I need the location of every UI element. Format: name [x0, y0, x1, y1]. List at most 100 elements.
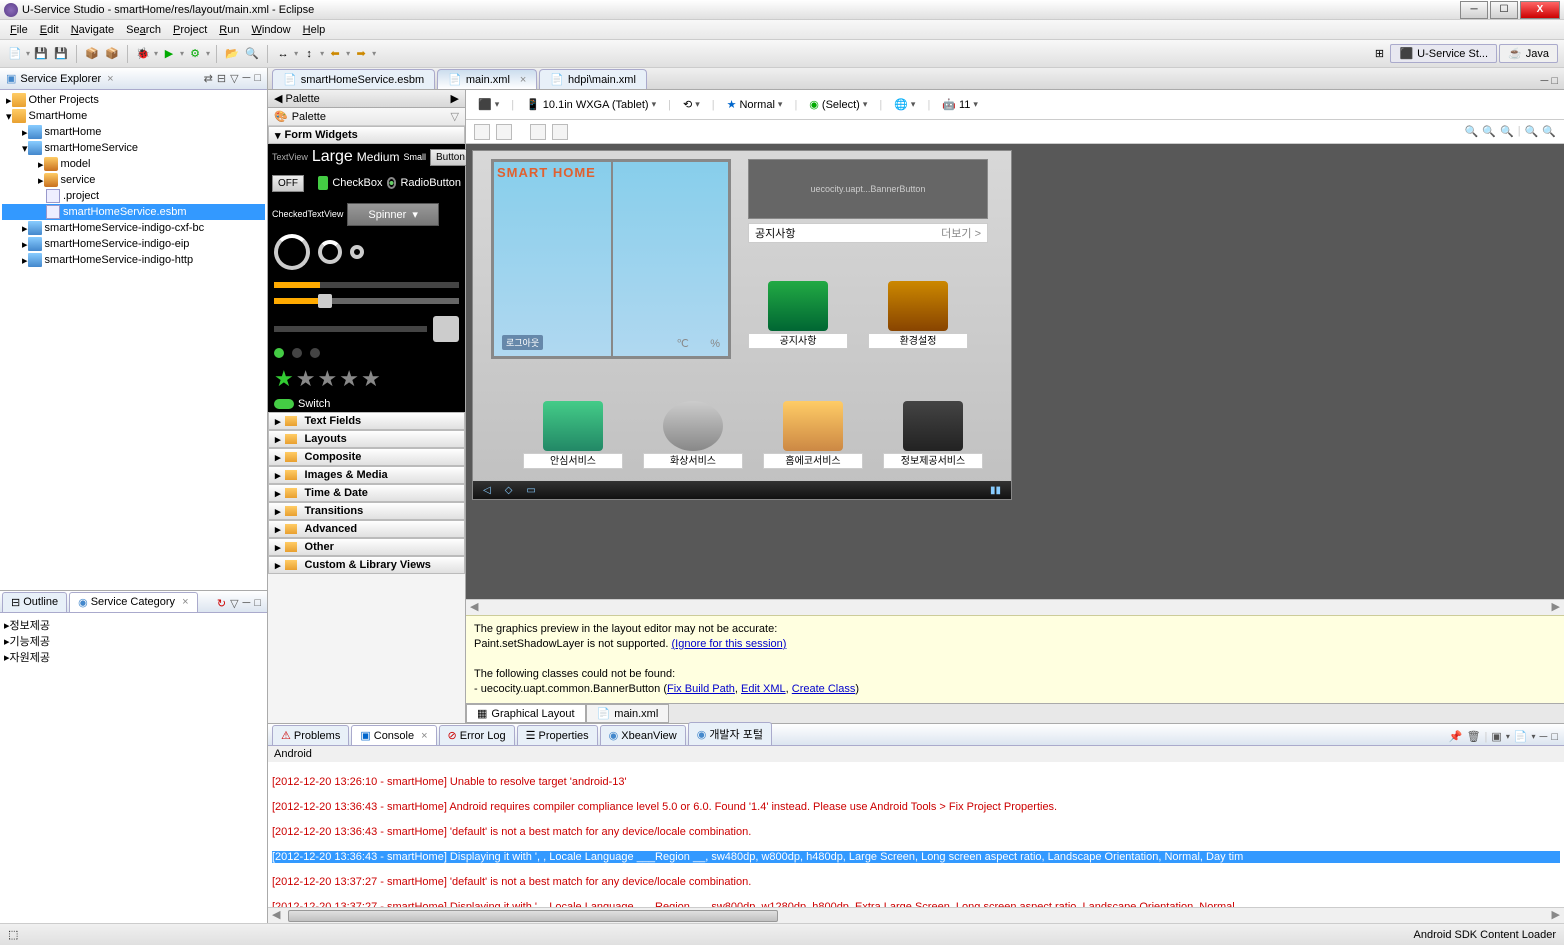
palette-collapse-icon[interactable]: ◀: [274, 92, 282, 105]
debug-icon[interactable]: 🐞: [134, 45, 152, 63]
perspective-java[interactable]: ☕Java: [1499, 44, 1558, 63]
palette-other[interactable]: ▸Other: [268, 538, 465, 556]
layout-btn-1[interactable]: [474, 124, 490, 140]
theme-dropdown[interactable]: ★Normal▾: [723, 96, 787, 113]
menu-run[interactable]: Run: [213, 22, 245, 38]
pkg-icon[interactable]: 📦: [83, 45, 101, 63]
palette-spinner[interactable]: Spinner ▾: [347, 203, 439, 226]
tab-xbeanview[interactable]: ◉XbeanView: [600, 725, 686, 745]
zoom-reset-icon[interactable]: 🔍: [1482, 125, 1496, 138]
layout-btn-3[interactable]: [530, 124, 546, 140]
ext-icon[interactable]: ⚙: [186, 45, 204, 63]
palette-custom[interactable]: ▸Custom & Library Views: [268, 556, 465, 574]
api-dropdown[interactable]: 🤖11▾: [938, 96, 982, 113]
palette-layouts[interactable]: ▸Layouts: [268, 430, 465, 448]
menu-window[interactable]: Window: [245, 22, 296, 38]
orientation-dropdown[interactable]: ⟲▾: [679, 96, 704, 113]
search-icon[interactable]: 🔍: [243, 45, 261, 63]
back-icon[interactable]: ◁: [483, 485, 491, 496]
console-new-icon[interactable]: 📄: [1514, 730, 1528, 743]
ignore-link[interactable]: (Ignore for this session): [672, 638, 787, 650]
max-icon[interactable]: □: [1551, 75, 1558, 87]
tab-close-icon[interactable]: ×: [107, 73, 113, 85]
home-icon[interactable]: ◇: [505, 485, 513, 496]
collapse-icon[interactable]: ⇄: [204, 72, 213, 85]
back-icon[interactable]: ⬅: [326, 45, 344, 63]
tab-main-xml-source[interactable]: 📄main.xml: [586, 704, 670, 723]
app-video[interactable]: 화상서비스: [643, 401, 743, 481]
menu-file[interactable]: File: [4, 22, 34, 38]
new-icon[interactable]: 📄: [6, 45, 24, 63]
horizontal-scrollbar[interactable]: ◀▶: [466, 599, 1564, 615]
perspective-uservice[interactable]: ⬛U-Service St...: [1390, 44, 1497, 63]
activity-dropdown[interactable]: ◉(Select)▾: [805, 96, 871, 113]
palette-time[interactable]: ▸Time & Date: [268, 484, 465, 502]
tab-main-xml[interactable]: 📄main.xml×: [437, 69, 537, 89]
tab-properties[interactable]: ☰Properties: [517, 725, 598, 745]
tab-console[interactable]: ▣Console×: [351, 725, 436, 745]
maximize-button[interactable]: ☐: [1490, 1, 1518, 19]
menu-icon[interactable]: ▽: [230, 597, 238, 610]
layout-btn-2[interactable]: [496, 124, 512, 140]
tab-hdpi-main[interactable]: 📄hdpi\main.xml: [539, 69, 647, 89]
palette-transitions[interactable]: ▸Transitions: [268, 502, 465, 520]
tab-errorlog[interactable]: ⊘Error Log: [439, 725, 515, 745]
tab-devportal[interactable]: ◉개발자 포털: [688, 722, 772, 745]
minimize-button[interactable]: ─: [1460, 1, 1488, 19]
console-pin-icon[interactable]: 📌: [1449, 730, 1463, 743]
notice-bar[interactable]: 공지사항더보기 >: [748, 223, 988, 243]
tab-outline[interactable]: ⊟Outline: [2, 592, 67, 612]
app-info[interactable]: 정보제공서비스: [883, 401, 983, 481]
palette-images[interactable]: ▸Images & Media: [268, 466, 465, 484]
config-dropdown[interactable]: ⬛▾: [474, 96, 503, 113]
saveall-icon[interactable]: 💾: [52, 45, 70, 63]
console-scrollbar[interactable]: ◀▶: [268, 907, 1564, 923]
menu-navigate[interactable]: Navigate: [65, 22, 120, 38]
menu-edit[interactable]: Edit: [34, 22, 65, 38]
layout-btn-4[interactable]: [552, 124, 568, 140]
menu-icon[interactable]: ▽: [230, 72, 238, 85]
refresh-icon[interactable]: ↻: [217, 597, 226, 610]
menu-help[interactable]: Help: [297, 22, 332, 38]
palette-button[interactable]: Button: [430, 149, 471, 166]
palette-form-widgets[interactable]: ▾Form Widgets: [268, 126, 465, 144]
min-icon[interactable]: ─: [243, 72, 251, 85]
locale-dropdown[interactable]: 🌐▾: [890, 96, 919, 113]
run-icon[interactable]: ▶: [160, 45, 178, 63]
app-security[interactable]: 안심서비스: [523, 401, 623, 481]
project-tree[interactable]: ▸Other Projects ▾SmartHome ▸smartHome ▾s…: [0, 90, 267, 590]
create-class-link[interactable]: Create Class: [792, 683, 856, 695]
min-icon[interactable]: ─: [1540, 75, 1548, 87]
tab-esbm[interactable]: 📄smartHomeService.esbm: [272, 69, 435, 89]
zoom-100-icon[interactable]: 🔍: [1542, 125, 1556, 138]
save-icon[interactable]: 💾: [32, 45, 50, 63]
zoom-in-icon[interactable]: 🔍: [1525, 125, 1539, 138]
console-clear-icon[interactable]: 🗑: [1467, 730, 1481, 743]
tab-service-category[interactable]: ◉Service Category×: [69, 592, 197, 612]
tab-graphical-layout[interactable]: ▦Graphical Layout: [466, 704, 586, 723]
open-icon[interactable]: 📂: [223, 45, 241, 63]
banner-button[interactable]: uecocity.uapt...BannerButton: [748, 159, 988, 219]
recents-icon[interactable]: ▭: [526, 485, 535, 496]
open-perspective-icon[interactable]: ⊞: [1370, 45, 1388, 63]
app-eco[interactable]: 홈에코서비스: [763, 401, 863, 481]
design-canvas[interactable]: 로그아웃 ℃ % SMART HOME uecocity.uapt...Bann…: [466, 144, 1564, 599]
fix-build-link[interactable]: Fix Build Path: [667, 683, 735, 695]
console-select-icon[interactable]: ▣: [1491, 730, 1501, 743]
palette-text-fields[interactable]: ▸Text Fields: [268, 412, 465, 430]
app-settings[interactable]: 환경설정: [868, 281, 968, 361]
console-output[interactable]: [2012-12-20 13:26:10 - smartHome] Unable…: [268, 762, 1564, 907]
nav2-icon[interactable]: ↕: [300, 45, 318, 63]
close-tab-icon[interactable]: ×: [520, 74, 526, 86]
palette-toggle[interactable]: OFF: [272, 175, 304, 192]
zoom-out-icon[interactable]: 🔍: [1465, 125, 1479, 138]
link-icon[interactable]: ⊟: [217, 72, 226, 85]
fwd-icon[interactable]: ➡: [352, 45, 370, 63]
palette-composite[interactable]: ▸Composite: [268, 448, 465, 466]
edit-xml-link[interactable]: Edit XML: [741, 683, 786, 695]
pkg2-icon[interactable]: 📦: [103, 45, 121, 63]
app-notice[interactable]: 공지사항: [748, 281, 848, 361]
max-icon[interactable]: □: [254, 72, 261, 85]
zoom-fit-icon[interactable]: 🔍: [1500, 125, 1514, 138]
menu-project[interactable]: Project: [167, 22, 213, 38]
